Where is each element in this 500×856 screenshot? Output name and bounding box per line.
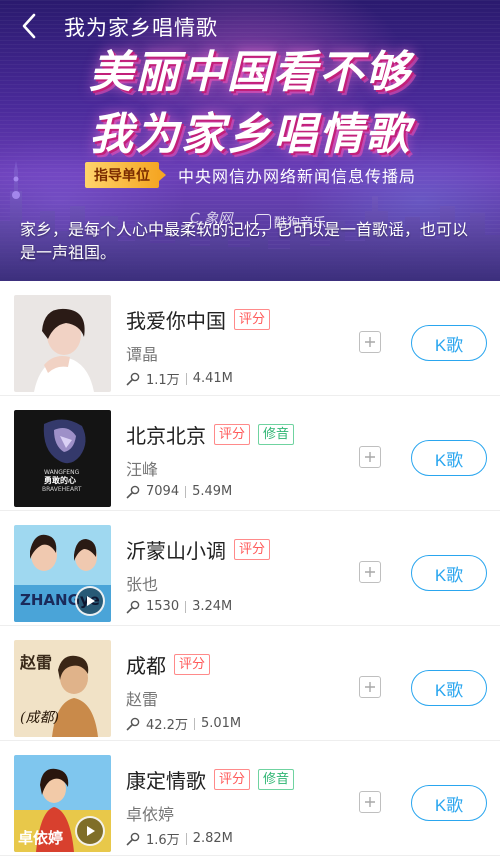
song-title-row: 我爱你中国 评分 — [126, 305, 271, 334]
song-cover-image[interactable]: 卓依婷 — [14, 755, 111, 852]
meta-divider — [185, 600, 187, 613]
score-tag: 评分 — [234, 309, 271, 330]
song-cover-image[interactable]: WANGFENG 勇敢的心 BRAVEHEART — [14, 410, 111, 507]
play-count: 1530 — [146, 599, 180, 614]
cover-text: BRAVEHEART — [42, 486, 82, 493]
song-title-row: 康定情歌 评分 修音 — [126, 765, 295, 794]
score-tag: 评分 — [174, 654, 211, 675]
k-song-button[interactable]: K歌 — [411, 440, 487, 476]
cover-tan-jing — [14, 295, 111, 392]
cover-text: 卓依婷 — [18, 829, 63, 847]
plus-icon — [365, 682, 375, 692]
guide-unit-row: 指导单位 中央网信办网络新闻信息传播局 — [85, 162, 416, 188]
banner-headline-1: 美丽中国看不够 — [89, 47, 411, 98]
song-artist: 赵雷 — [126, 690, 159, 709]
cover-text: 勇敢的心 — [44, 475, 76, 485]
meta-divider — [193, 717, 195, 730]
microphone-icon — [126, 372, 140, 385]
song-artist: 谭晶 — [126, 345, 159, 364]
song-row[interactable]: 卓依婷 康定情歌 评分 修音 卓依婷 1.6万 2.82M K歌 — [0, 741, 500, 856]
microphone-icon — [126, 717, 140, 730]
play-icon — [87, 826, 95, 836]
add-button[interactable] — [359, 446, 381, 468]
microphone-icon — [126, 485, 140, 498]
cover-text: WANGFENG — [44, 469, 80, 476]
file-size: 2.82M — [192, 831, 233, 846]
cover-text: 赵雷 — [19, 653, 52, 672]
guide-arrow-icon — [159, 169, 166, 181]
guide-organization: 中央网信办网络新闻信息传播局 — [178, 167, 417, 186]
file-size: 3.24M — [192, 599, 233, 614]
play-count: 1.6万 — [146, 833, 180, 848]
song-row[interactable]: WANGFENG 勇敢的心 BRAVEHEART 北京北京 评分 修音 汪峰 7… — [0, 396, 500, 511]
add-button[interactable] — [359, 676, 381, 698]
song-artist: 张也 — [126, 575, 159, 594]
song-meta: 42.2万 5.01M — [126, 714, 241, 733]
score-tag: 评分 — [214, 769, 251, 790]
k-song-button[interactable]: K歌 — [411, 785, 487, 821]
song-cover-image[interactable]: 赵雷 (成都) — [14, 640, 111, 737]
play-icon — [87, 596, 95, 606]
pitch-fix-tag: 修音 — [258, 424, 295, 445]
play-button[interactable] — [75, 816, 105, 846]
score-tag: 评分 — [234, 539, 271, 560]
song-title: 成都 — [126, 654, 166, 678]
song-title: 沂蒙山小调 — [126, 539, 226, 563]
play-count: 42.2万 — [146, 718, 188, 733]
microphone-icon — [126, 832, 140, 845]
meta-divider — [185, 485, 187, 498]
guide-label: 指导单位 — [85, 162, 159, 188]
file-size: 4.41M — [192, 371, 233, 386]
add-button[interactable] — [359, 561, 381, 583]
score-tag: 评分 — [214, 424, 251, 445]
microphone-icon — [126, 600, 140, 613]
add-button[interactable] — [359, 331, 381, 353]
meta-divider — [185, 832, 187, 845]
song-list: 我爱你中国 评分 谭晶 1.1万 4.41M K歌 WANGFENG 勇敢的心 … — [0, 281, 500, 856]
song-title-row: 沂蒙山小调 评分 — [126, 535, 271, 564]
cover-wang-feng: WANGFENG 勇敢的心 BRAVEHEART — [14, 410, 111, 507]
k-song-button[interactable]: K歌 — [411, 670, 487, 706]
song-artist: 卓依婷 — [126, 805, 175, 824]
play-count: 7094 — [146, 484, 180, 499]
song-artist: 汪峰 — [126, 460, 159, 479]
meta-divider — [185, 372, 187, 385]
song-cover-image[interactable]: ZHANGye — [14, 525, 111, 622]
song-meta: 7094 5.49M — [126, 484, 232, 499]
song-title: 康定情歌 — [126, 769, 206, 793]
play-button[interactable] — [75, 586, 105, 616]
plus-icon — [365, 797, 375, 807]
file-size: 5.49M — [192, 484, 233, 499]
song-row[interactable]: 我爱你中国 评分 谭晶 1.1万 4.41M K歌 — [0, 281, 500, 396]
k-song-button[interactable]: K歌 — [411, 555, 487, 591]
banner-headline-2: 我为家乡唱情歌 — [89, 109, 411, 160]
cover-text: (成都) — [20, 710, 59, 726]
add-button[interactable] — [359, 791, 381, 813]
banner-description: 家乡，是每个人心中最柔软的记忆，它可以是一首歌谣，也可以是一声祖国。 — [20, 220, 469, 262]
song-meta: 1.6万 2.82M — [126, 829, 233, 848]
song-cover-image[interactable] — [14, 295, 111, 392]
song-title: 北京北京 — [126, 424, 206, 448]
file-size: 5.01M — [200, 716, 242, 731]
k-song-button[interactable]: K歌 — [411, 325, 487, 361]
song-meta: 1.1万 4.41M — [126, 369, 233, 388]
pitch-fix-tag: 修音 — [258, 769, 295, 790]
plus-icon — [365, 337, 375, 347]
plus-icon — [365, 567, 375, 577]
song-title: 我爱你中国 — [126, 309, 226, 333]
plus-icon — [365, 452, 375, 462]
song-meta: 1530 3.24M — [126, 599, 232, 614]
banner: 我为家乡唱情歌 美丽中国看不够 我为家乡唱情歌 指导单位 中央网信办网络新闻信息… — [0, 0, 500, 281]
play-count: 1.1万 — [146, 373, 180, 388]
cover-zhao-lei: 赵雷 (成都) — [14, 640, 111, 737]
song-row[interactable]: 赵雷 (成都) 成都 评分 赵雷 42.2万 5.01M K歌 — [0, 626, 500, 741]
song-title-row: 北京北京 评分 修音 — [126, 420, 295, 449]
song-title-row: 成都 评分 — [126, 650, 211, 679]
song-row[interactable]: ZHANGye 沂蒙山小调 评分 张也 1530 3.24M K歌 — [0, 511, 500, 626]
